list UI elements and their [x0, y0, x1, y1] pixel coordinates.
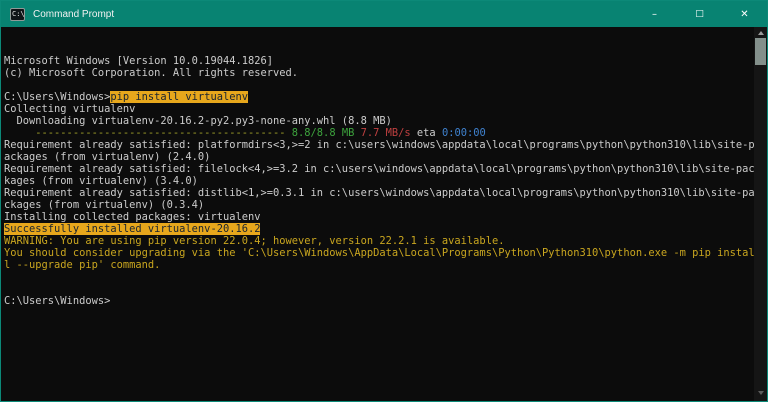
terminal-line: WARNING: You are using pip version 22.0.…	[4, 235, 505, 247]
terminal-line: ackages (from virtualenv) (2.4.0)	[4, 151, 211, 163]
terminal-line: (c) Microsoft Corporation. All rights re…	[4, 67, 299, 79]
scrollbar[interactable]	[754, 27, 767, 401]
terminal-line: Downloading virtualenv-20.16.2-py2.py3-n…	[4, 115, 392, 127]
terminal-line: l --upgrade pip' command.	[4, 259, 161, 271]
terminal-line: Successfully installed virtualenv-20.16.…	[4, 223, 261, 235]
terminal-line: C:\Users\Windows>	[4, 295, 111, 307]
terminal-line: Requirement already satisfied: filelock<…	[4, 163, 755, 175]
maximize-button[interactable]: □	[677, 1, 722, 27]
terminal-line: kages (from virtualenv) (3.4.0)	[4, 175, 198, 187]
terminal-line: C:\Users\Windows>pip install virtualenv	[4, 91, 248, 103]
cmd-icon[interactable]: C:\	[10, 7, 25, 21]
console-area[interactable]: Microsoft Windows [Version 10.0.19044.18…	[1, 27, 767, 401]
window-controls: – □ ✕	[632, 1, 767, 27]
terminal-output: Microsoft Windows [Version 10.0.19044.18…	[4, 55, 755, 307]
scrollbar-thumb[interactable]	[755, 38, 766, 65]
close-button[interactable]: ✕	[722, 1, 767, 27]
terminal-line: You should consider upgrading via the 'C…	[4, 247, 755, 259]
minimize-button[interactable]: –	[632, 1, 677, 27]
title-bar[interactable]: C:\ Command Prompt – □ ✕	[1, 1, 767, 27]
command-prompt-window: C:\ Command Prompt – □ ✕ Microsoft Windo…	[0, 0, 768, 402]
terminal-line: ----------------------------------------…	[35, 127, 486, 139]
terminal-line: Requirement already satisfied: distlib<1…	[4, 187, 755, 199]
terminal-line: Requirement already satisfied: platformd…	[4, 139, 755, 151]
window-title: Command Prompt	[33, 8, 115, 20]
terminal-line: Collecting virtualenv	[4, 103, 136, 115]
terminal-line: Microsoft Windows [Version 10.0.19044.18…	[4, 55, 273, 67]
terminal-line: ckages (from virtualenv) (0.3.4)	[4, 199, 205, 211]
terminal-line: Installing collected packages: virtualen…	[4, 211, 261, 223]
scroll-down-arrow-icon[interactable]	[754, 387, 767, 399]
